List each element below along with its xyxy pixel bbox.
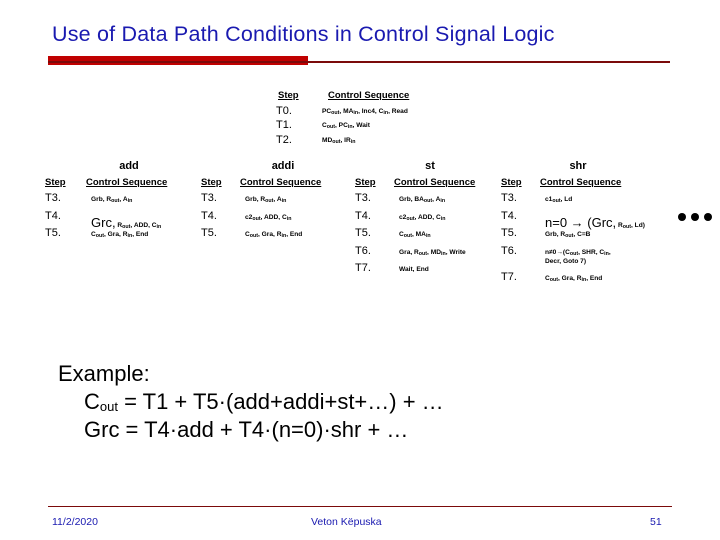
table-row: T3. Grb, BAout, Ain — [355, 192, 505, 210]
step-label: T4. — [355, 209, 371, 222]
table-row: T4. c2out, ADD, Cin — [355, 210, 505, 228]
page-title: Use of Data Path Conditions in Control S… — [52, 22, 555, 46]
column-header-control-sequence: Control Sequence — [240, 177, 322, 188]
step-label: T5. — [355, 227, 371, 239]
column-header-control-sequence: Control Sequence — [328, 90, 410, 101]
step-label: T3. — [501, 192, 517, 204]
control-sequence-text: PCout, MAin, Inc4, Cin, Read — [322, 107, 408, 116]
example-equation-grc: Grc = T4·add + T4·(n=0)·shr + … — [84, 417, 409, 443]
column-header-control-sequence: Control Sequence — [394, 177, 476, 188]
table-row: T3. c1out, Ld — [500, 192, 670, 210]
footer-divider — [48, 506, 672, 507]
instruction-rows: T3. Grb, Rout, Ain T4. c2out, ADD, Cin T5. Co… — [200, 192, 358, 245]
column-header-step: Step — [45, 177, 66, 188]
table-row: T3. Grb, Rout, Ain — [200, 192, 358, 210]
control-sequence-text: Cout, Gra, Rin, End — [245, 231, 303, 239]
more-instructions-ellipsis-icon — [678, 208, 718, 221]
example-equation-cout: Cout = T1 + T5·(add+addi+st+…) + … — [84, 389, 444, 415]
column-header-step: Step — [355, 177, 376, 188]
control-sequence-text: Wait, End — [399, 266, 429, 273]
example-heading: Example: — [58, 361, 150, 386]
step-label: T3. — [45, 192, 61, 204]
instruction-rows: T3. Grb, BAout, Ain T4. c2out, ADD, Cin T5. C… — [355, 192, 505, 280]
step-label: T4. — [501, 209, 517, 222]
table-row: T3. Grb, Rout, Ain — [44, 192, 204, 210]
step-label: T6. — [355, 244, 371, 257]
table-row: T6. Gra, Rout, MDin, Write — [355, 245, 505, 263]
step-label: T4. — [201, 209, 217, 222]
example-block: Example: Cout = T1 + T5·(add+addi+st+…) … — [58, 360, 658, 444]
footer-date: 11/2/2020 — [52, 516, 98, 528]
control-sequence-text: MDout, IRin — [322, 136, 356, 145]
control-sequence-text: c2out, ADD, Cin — [245, 213, 292, 222]
table-row: T7. Wait, End — [355, 262, 505, 280]
column-header-step: Step — [278, 90, 299, 101]
instruction-rows: T3. c1out, Ld T4. n=0 → (Grc, Rout, Ld) T5. G… — [500, 192, 670, 288]
table-row: T7. Cout, Gra, Rin, End — [500, 271, 670, 289]
table-row: T6. n≠0→(Cout, SHR, Cin, Decr, Goto 7) — [500, 245, 670, 271]
column-header-step: Step — [501, 177, 522, 188]
column-header-step: Step — [201, 177, 222, 188]
control-sequence-text: c2out, ADD, Cin — [399, 213, 446, 222]
table-row: T5. Grb, Rout, C=B — [500, 227, 670, 245]
control-sequence-text: c1out, Ld — [545, 196, 573, 204]
column-header-control-sequence: Control Sequence — [540, 177, 622, 188]
control-sequence-text: Grb, Rout, Ain — [245, 196, 287, 204]
instruction-name-addi: addi — [271, 160, 295, 172]
step-label: T6. — [501, 244, 517, 257]
control-sequence-text: Grb, Rout, Ain — [91, 196, 133, 204]
control-sequence-text: Cout, Gra, Rin, End — [91, 231, 149, 239]
step-label: T2. — [276, 133, 292, 146]
step-label: T7. — [501, 270, 517, 283]
footer-page-number: 51 — [650, 516, 662, 528]
step-label: T5. — [45, 227, 61, 239]
table-row: T4. Grc, Rout, ADD, Cin — [44, 209, 204, 230]
instruction-rows: T3. Grb, Rout, Ain T4. Grc, Rout, ADD, Cin T… — [44, 192, 204, 245]
title-divider — [48, 61, 670, 63]
table-row: T5. Cout, Gra, Rin, End — [200, 227, 358, 245]
bullet-dot-icon — [678, 213, 686, 221]
control-sequence-text: Cout, Gra, Rin, End — [545, 274, 603, 283]
control-sequence-text: Grb, Rout, C=B — [545, 231, 591, 239]
control-sequence-text: Cout, MAin — [399, 231, 431, 239]
step-label: T0. — [276, 104, 292, 117]
control-sequence-text: Grb, BAout, Ain — [399, 196, 446, 204]
step-label: T5. — [201, 227, 217, 239]
step-label: T7. — [355, 262, 371, 274]
instruction-name-shr: shr — [569, 160, 587, 172]
control-sequence-text: Gra, Rout, MDin, Write — [399, 248, 466, 257]
instruction-name-add: add — [119, 160, 139, 172]
step-label: T3. — [355, 192, 371, 204]
step-label: T4. — [45, 209, 61, 222]
bullet-dot-icon — [704, 213, 712, 221]
control-sequence-text: n≠0→(Cout, SHR, Cin, Decr, Goto 7) — [545, 248, 611, 265]
table-row: T4. c2out, ADD, Cin — [200, 210, 358, 228]
column-header-control-sequence: Control Sequence — [86, 177, 168, 188]
instruction-name-st: st — [425, 160, 435, 172]
table-row: T4. n=0 → (Grc, Rout, Ld) — [500, 209, 670, 230]
step-label: T3. — [201, 192, 217, 204]
control-sequence-text: Cout, PCin, Wait — [322, 122, 370, 130]
slide-canvas: Use of Data Path Conditions in Control S… — [0, 0, 720, 540]
footer-author: Veton Këpuska — [311, 516, 382, 528]
step-label: T5. — [501, 227, 517, 239]
step-label: T1. — [276, 119, 292, 131]
table-row: T5. Cout, MAin — [355, 227, 505, 245]
bullet-dot-icon — [691, 213, 699, 221]
table-row: T5. Cout, Gra, Rin, End — [44, 227, 204, 245]
